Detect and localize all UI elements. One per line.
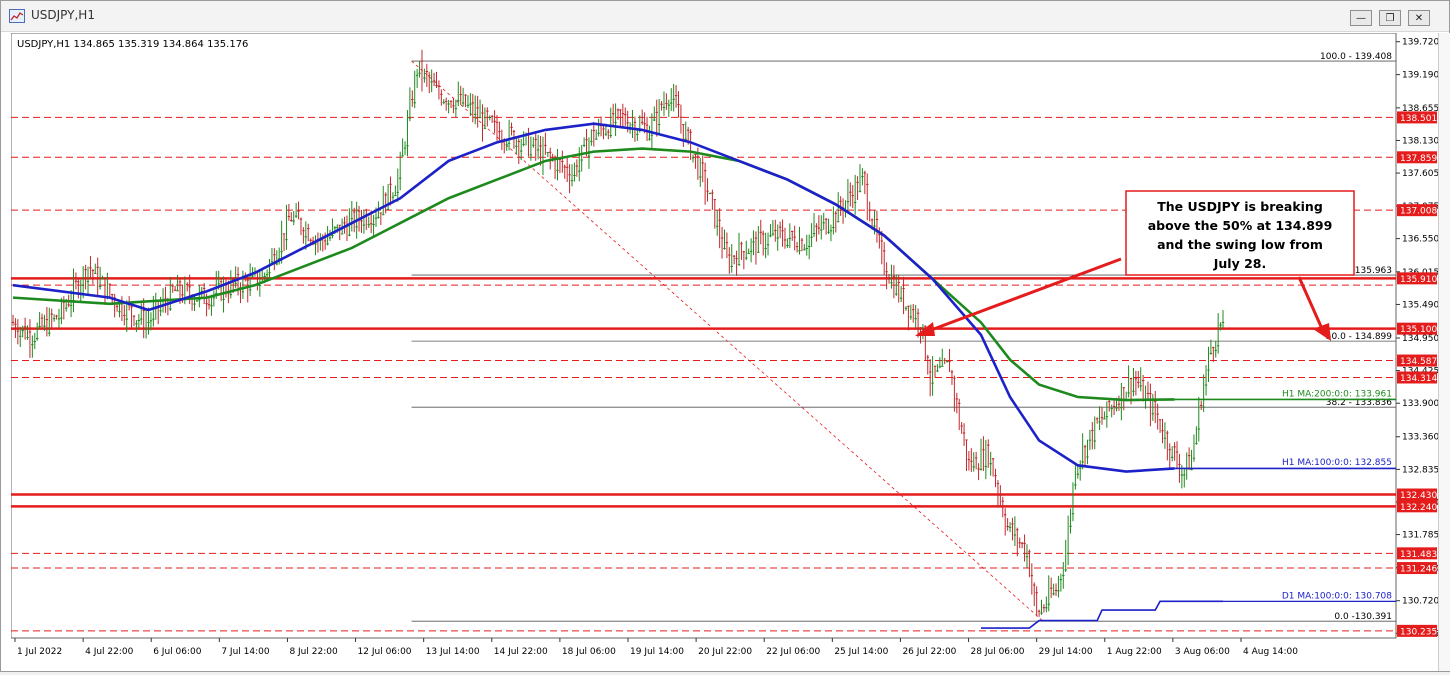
ma-label: D1 MA:100:0:0: 130.708	[1282, 591, 1392, 601]
level-tag-label: 137.859	[1400, 154, 1437, 164]
time-axis: 1 Jul 2022 4 Jul 22:00 6 Jul 06:00 7 Jul 14…	[14, 638, 1298, 657]
level-tags: 138.501 137.859 137.008 135.910 135.100 134.5…	[1397, 111, 1437, 637]
y-tick-label: 139.190	[1402, 71, 1438, 81]
x-tick-label: 19 Jul 14:00	[630, 647, 684, 657]
y-tick-label: 133.360	[1402, 433, 1438, 443]
chart-window: USDJPY,H1 — ❐ ✕ 100.0 - 139.408 135.963 50…	[0, 0, 1450, 672]
level-tag-label: 132.240	[1400, 503, 1437, 513]
x-tick-label: 12 Jul 06:00	[358, 647, 412, 657]
level-tag-label: 132.430	[1400, 491, 1437, 501]
y-tick-label: 139.720	[1402, 38, 1438, 48]
right-edge-panel	[1438, 33, 1450, 671]
y-tick-label: 131.785	[1402, 531, 1438, 541]
y-tick-label: 137.605	[1402, 169, 1438, 179]
x-tick-label: 13 Jul 14:00	[426, 647, 480, 657]
level-tag-label: 134.587	[1400, 357, 1437, 367]
level-tag-label: 137.008	[1400, 207, 1437, 217]
minimize-button[interactable]: —	[1350, 10, 1372, 26]
x-tick-label: 22 Jul 06:00	[766, 647, 820, 657]
x-tick-label: 20 Jul 22:00	[698, 647, 752, 657]
x-tick-label: 8 Jul 22:00	[289, 647, 338, 657]
x-tick-label: 29 Jul 14:00	[1039, 647, 1093, 657]
y-tick-label: 133.900	[1402, 399, 1438, 409]
x-tick-label: 28 Jul 06:00	[971, 647, 1025, 657]
y-tick-label: 134.950	[1402, 334, 1438, 344]
y-tick-label: 135.490	[1402, 300, 1438, 310]
level-tag-label: 138.501	[1400, 114, 1437, 124]
level-tag-label: 130.235	[1400, 627, 1437, 637]
level-tag-label: 131.483	[1400, 550, 1437, 560]
x-tick-label: 7 Jul 14:00	[221, 647, 270, 657]
annotation-text: above the 50% at 134.899	[1148, 218, 1333, 233]
close-button[interactable]: ✕	[1408, 10, 1430, 26]
x-tick-label: 18 Jul 06:00	[562, 647, 616, 657]
x-tick-label: 4 Jul 22:00	[85, 647, 134, 657]
level-tag-label: 135.100	[1400, 325, 1437, 335]
ma-label: H1 MA:200:0:0: 133.961	[1282, 389, 1392, 399]
level-tag-label: 131.246	[1400, 565, 1437, 575]
restore-button[interactable]: ❐	[1379, 10, 1401, 26]
ma-label: H1 MA:100:0:0: 132.855	[1282, 458, 1392, 468]
x-tick-label: 1 Jul 2022	[17, 647, 62, 657]
symbol-info: USDJPY,H1 134.865 135.319 134.864 135.17…	[17, 39, 248, 50]
y-tick-label: 138.130	[1402, 136, 1438, 146]
fib-label: 135.963	[1355, 266, 1392, 276]
x-tick-label: 14 Jul 22:00	[494, 647, 548, 657]
plot-area[interactable]	[10, 32, 1397, 639]
annotation-text: and the swing low from	[1157, 237, 1323, 252]
fib-label: 100.0 - 139.408	[1320, 52, 1392, 62]
title-bar[interactable]: USDJPY,H1 — ❐ ✕	[1, 1, 1449, 32]
level-tag-label: 135.910	[1400, 275, 1437, 285]
x-tick-label: 4 Aug 14:00	[1243, 647, 1298, 657]
x-tick-label: 1 Aug 22:00	[1107, 647, 1162, 657]
annotation-text: July 28.	[1213, 256, 1266, 271]
x-tick-label: 26 Jul 22:00	[902, 647, 956, 657]
chart-area[interactable]: 100.0 - 139.408 135.963 50.0 - 134.899 38.2…	[10, 32, 1449, 671]
x-tick-label: 6 Jul 06:00	[153, 647, 202, 657]
chart-window-icon	[9, 9, 25, 23]
y-tick-label: 130.720	[1402, 597, 1438, 607]
window-title: USDJPY,H1	[31, 8, 95, 22]
annotation-text: The USDJPY is breaking	[1157, 199, 1323, 214]
price-chart[interactable]: 100.0 - 139.408135.96350.0 - 134.89938.2…	[10, 32, 1439, 671]
fib-label: 0.0 -130.391	[1334, 612, 1392, 622]
x-tick-label: 3 Aug 06:00	[1175, 647, 1230, 657]
y-tick-label: 132.835	[1402, 465, 1438, 475]
fib-label: 50.0 - 134.899	[1326, 332, 1392, 342]
y-tick-label: 136.550	[1402, 235, 1438, 245]
x-tick-label: 25 Jul 14:00	[834, 647, 888, 657]
level-tag-label: 134.314	[1400, 374, 1437, 384]
